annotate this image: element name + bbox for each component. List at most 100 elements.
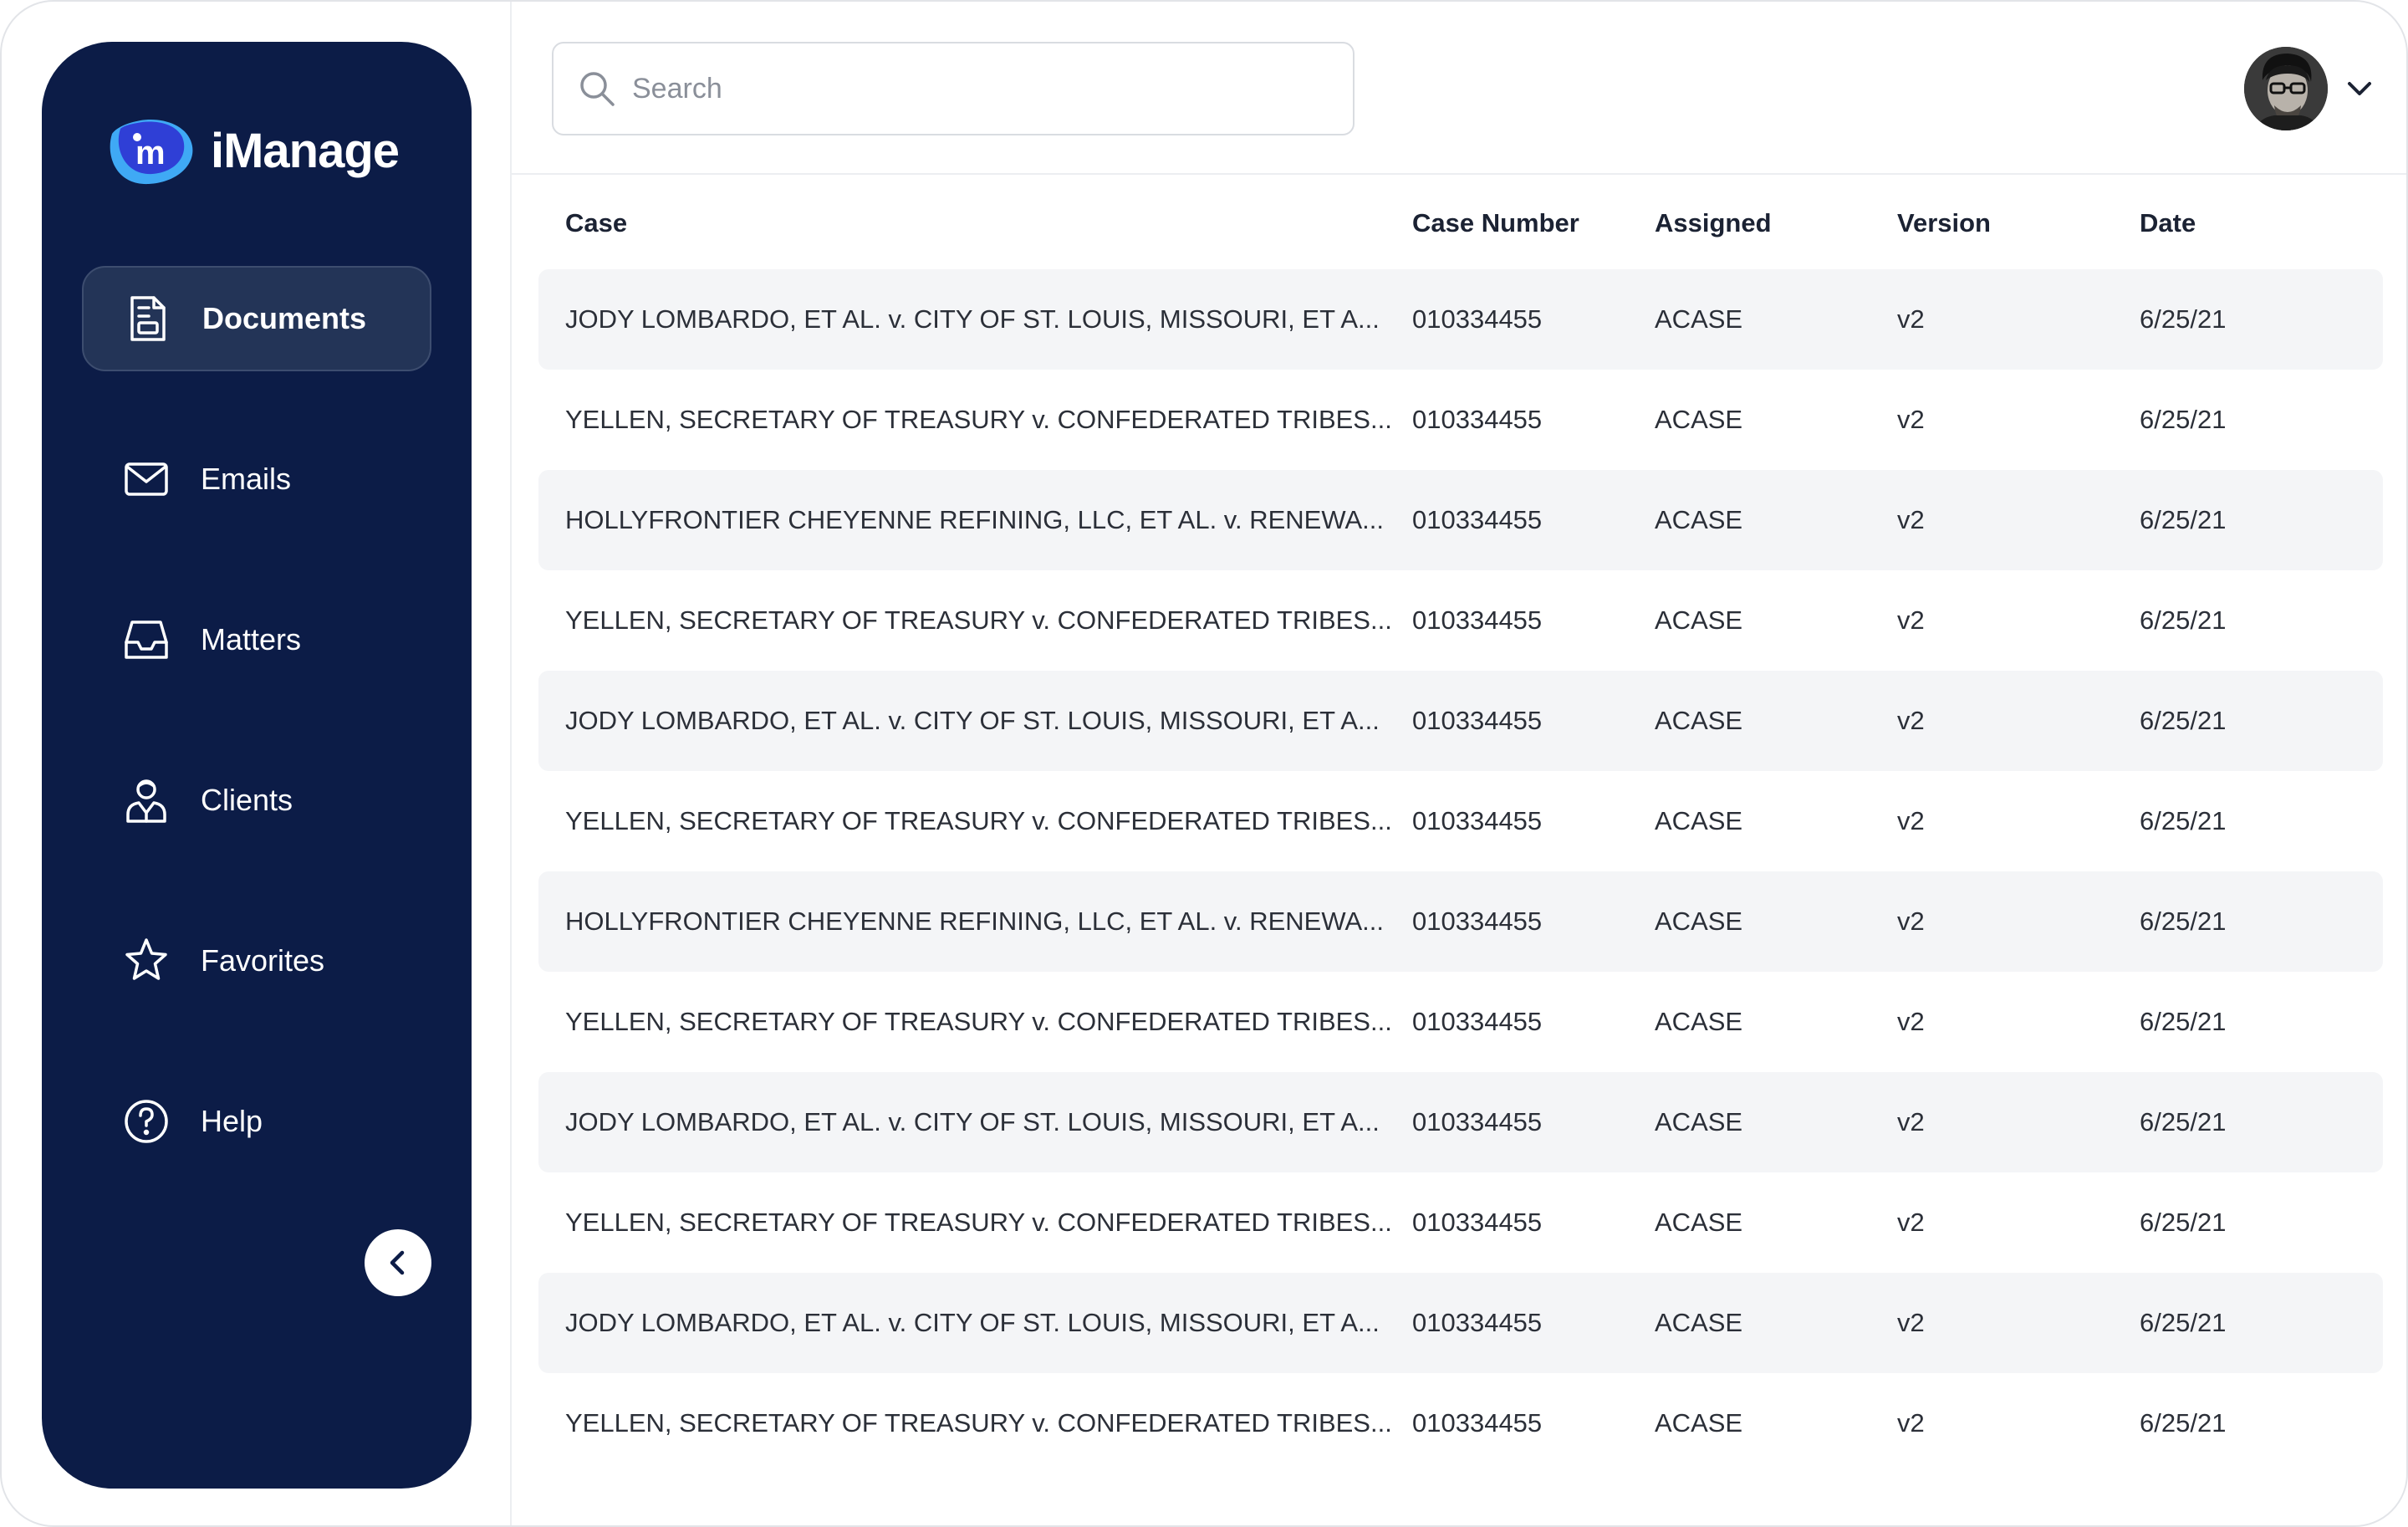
client-icon [126,779,166,823]
cell-case: JODY LOMBARDO, ET AL. v. CITY OF ST. LOU… [565,1107,1380,1136]
avatar[interactable] [2244,47,2328,130]
brand-logo[interactable]: m iManage [97,109,400,192]
cell-assigned: ACASE [1655,906,1743,936]
cell-case: JODY LOMBARDO, ET AL. v. CITY OF ST. LOU… [565,706,1380,735]
table-row[interactable]: YELLEN, SECRETARY OF TREASURY v. CONFEDE… [538,771,2383,871]
cell-version: v2 [1897,304,1925,334]
brand-name: iManage [211,123,400,178]
cell-assigned: ACASE [1655,405,1743,434]
cell-case: YELLEN, SECRETARY OF TREASURY v. CONFEDE… [565,1208,1392,1237]
table-row[interactable]: YELLEN, SECRETARY OF TREASURY v. CONFEDE… [538,1172,2383,1273]
column-header-case[interactable]: Case [538,208,1412,238]
sidebar-item-documents[interactable]: Documents [82,266,431,371]
sidebar-divider [510,2,512,1525]
cell-date: 6/25/21 [2140,1107,2227,1136]
search-input[interactable] [632,72,1318,105]
table-row[interactable]: JODY LOMBARDO, ET AL. v. CITY OF ST. LOU… [538,1072,2383,1172]
cell-assigned: ACASE [1655,605,1743,635]
cell-assigned: ACASE [1655,706,1743,735]
table-row[interactable]: JODY LOMBARDO, ET AL. v. CITY OF ST. LOU… [538,671,2383,771]
cell-case-number: 010334455 [1412,1007,1543,1036]
user-photo [2244,47,2328,130]
cell-case-number: 010334455 [1412,605,1543,635]
sidebar-item-favorites[interactable]: Favorites [82,908,431,1014]
cell-case-number: 010334455 [1412,405,1543,434]
cell-case: YELLEN, SECRETARY OF TREASURY v. CONFEDE… [565,1007,1392,1036]
table-row[interactable]: HOLLYFRONTIER CHEYENNE REFINING, LLC, ET… [538,470,2383,570]
cell-case-number: 010334455 [1412,906,1543,936]
cell-version: v2 [1897,1007,1925,1036]
table-row[interactable]: YELLEN, SECRETARY OF TREASURY v. CONFEDE… [538,972,2383,1072]
cell-case-number: 010334455 [1412,1107,1543,1136]
sidebar-item-label: Help [201,1104,263,1138]
cell-version: v2 [1897,1408,1925,1438]
table-body: JODY LOMBARDO, ET AL. v. CITY OF ST. LOU… [538,269,2383,1473]
cell-date: 6/25/21 [2140,405,2227,434]
table-row[interactable]: HOLLYFRONTIER CHEYENNE REFINING, LLC, ET… [538,871,2383,972]
cell-case-number: 010334455 [1412,806,1543,835]
search-icon [580,72,615,106]
cell-case-number: 010334455 [1412,706,1543,735]
sidebar-item-emails[interactable]: Emails [82,426,431,532]
cell-date: 6/25/21 [2140,605,2227,635]
document-icon [130,296,166,341]
table-row[interactable]: JODY LOMBARDO, ET AL. v. CITY OF ST. LOU… [538,269,2383,370]
sidebar-item-clients[interactable]: Clients [82,748,431,853]
cell-version: v2 [1897,1107,1925,1136]
cell-version: v2 [1897,806,1925,835]
cell-case: HOLLYFRONTIER CHEYENNE REFINING, LLC, ET… [565,505,1384,534]
cell-version: v2 [1897,906,1925,936]
table-row[interactable]: YELLEN, SECRETARY OF TREASURY v. CONFEDE… [538,370,2383,470]
cell-date: 6/25/21 [2140,1007,2227,1036]
collapse-sidebar-button[interactable] [365,1229,431,1296]
cell-assigned: ACASE [1655,1208,1743,1237]
cell-version: v2 [1897,405,1925,434]
cell-case: YELLEN, SECRETARY OF TREASURY v. CONFEDE… [565,605,1392,635]
cell-version: v2 [1897,1308,1925,1337]
cell-assigned: ACASE [1655,505,1743,534]
cell-date: 6/25/21 [2140,706,2227,735]
svg-text:m: m [135,135,166,171]
cell-date: 6/25/21 [2140,505,2227,534]
cell-version: v2 [1897,706,1925,735]
cell-date: 6/25/21 [2140,906,2227,936]
mail-icon [125,462,168,496]
search-box[interactable] [552,42,1354,135]
inbox-icon [125,621,168,659]
column-header-assigned[interactable]: Assigned [1655,208,1897,238]
table-row[interactable]: JODY LOMBARDO, ET AL. v. CITY OF ST. LOU… [538,1273,2383,1373]
cell-version: v2 [1897,605,1925,635]
header-divider [512,173,2406,175]
cell-version: v2 [1897,1208,1925,1237]
documents-table: Case Case Number Assigned Version Date J… [538,177,2383,1473]
cell-date: 6/25/21 [2140,304,2227,334]
cell-case-number: 010334455 [1412,505,1543,534]
chevron-down-icon[interactable] [2344,74,2375,104]
sidebar-item-help[interactable]: Help [82,1069,431,1174]
cell-assigned: ACASE [1655,1007,1743,1036]
column-header-date[interactable]: Date [2140,208,2382,238]
sidebar-item-label: Matters [201,622,302,656]
sidebar-item-label: Clients [201,783,293,817]
cell-date: 6/25/21 [2140,1308,2227,1337]
cell-case-number: 010334455 [1412,304,1543,334]
cell-date: 6/25/21 [2140,806,2227,835]
cell-case: JODY LOMBARDO, ET AL. v. CITY OF ST. LOU… [565,304,1380,334]
app-window: m iManage Documents Emails Matters Clien… [0,0,2408,1527]
user-menu[interactable] [2244,47,2375,130]
table-row[interactable]: YELLEN, SECRETARY OF TREASURY v. CONFEDE… [538,1373,2383,1473]
cell-date: 6/25/21 [2140,1408,2227,1438]
cell-assigned: ACASE [1655,1107,1743,1136]
cell-case-number: 010334455 [1412,1308,1543,1337]
help-icon [125,1100,168,1143]
cell-case-number: 010334455 [1412,1408,1543,1438]
table-row[interactable]: YELLEN, SECRETARY OF TREASURY v. CONFEDE… [538,570,2383,671]
sidebar-item-matters[interactable]: Matters [82,587,431,692]
column-header-version[interactable]: Version [1897,208,2140,238]
sidebar-item-label: Favorites [201,943,325,978]
cell-assigned: ACASE [1655,1408,1743,1438]
column-header-case-number[interactable]: Case Number [1412,208,1655,238]
imanage-logo-icon: m [110,120,193,185]
cell-case: YELLEN, SECRETARY OF TREASURY v. CONFEDE… [565,806,1392,835]
cell-assigned: ACASE [1655,806,1743,835]
